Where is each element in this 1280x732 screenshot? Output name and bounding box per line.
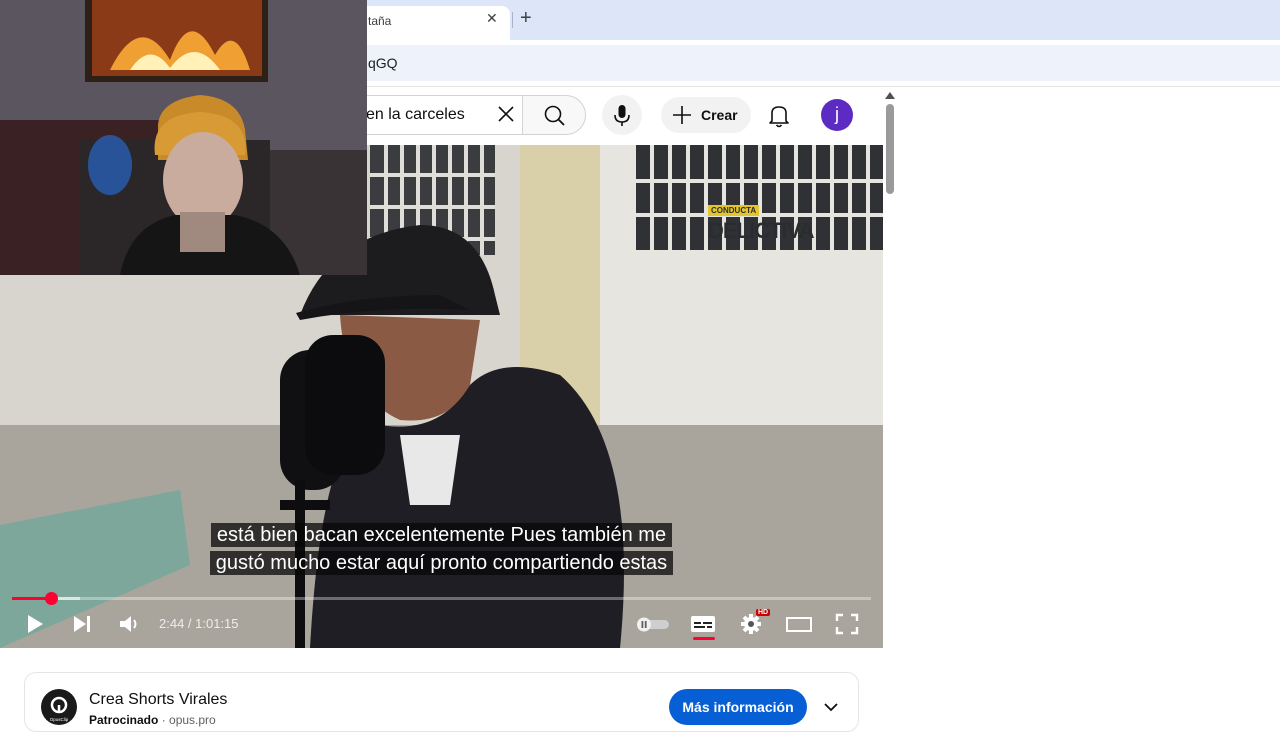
ad-separator: · xyxy=(158,713,170,727)
scroll-up-arrow-icon[interactable] xyxy=(884,90,896,100)
caption-line-1: está bien bacan excelentemente Pues tamb… xyxy=(210,523,673,547)
subtitle-caption: está bien bacan excelentemente Pues tamb… xyxy=(0,521,883,577)
account-avatar[interactable]: j xyxy=(821,99,853,131)
sponsored-label: Patrocinado xyxy=(89,713,159,727)
autoplay-toggle-icon[interactable] xyxy=(633,611,671,637)
page-scrollbar-thumb[interactable] xyxy=(886,104,894,194)
tab-close-icon[interactable]: ✕ xyxy=(486,10,498,27)
play-icon[interactable] xyxy=(20,611,50,637)
time-display: 2:44 / 1:01:15 xyxy=(159,616,239,631)
subtitles-active-indicator xyxy=(693,637,715,640)
ad-domain: opus.pro xyxy=(169,713,216,727)
search-query-text[interactable]: en la carceles xyxy=(366,106,465,124)
watermark-big-text: DELICTIVA xyxy=(708,218,814,243)
microphone-icon xyxy=(614,105,630,126)
notifications-bell-icon[interactable] xyxy=(762,98,796,132)
volume-icon[interactable] xyxy=(115,611,145,637)
search-icon xyxy=(544,105,565,126)
address-bar[interactable] xyxy=(340,45,1280,81)
theater-mode-icon[interactable] xyxy=(784,611,814,637)
create-label: Crear xyxy=(701,107,738,123)
chevron-down-icon[interactable] xyxy=(821,697,841,717)
webcam-frame xyxy=(0,0,367,275)
tab-title: taña xyxy=(368,14,392,28)
sponsored-ad-card[interactable]: OpusClip Crea Shorts Virales Patrocinado… xyxy=(24,672,859,732)
clear-search-icon[interactable] xyxy=(494,102,518,126)
new-tab-button[interactable]: + xyxy=(520,7,532,30)
progress-scrubber[interactable] xyxy=(44,592,58,605)
watermark-small-text: CONDUCTA xyxy=(708,205,760,216)
caption-line-2: gustó mucho estar aquí pronto compartien… xyxy=(209,551,674,575)
tab-divider xyxy=(512,12,513,28)
search-button[interactable] xyxy=(522,95,586,135)
voice-search-button[interactable] xyxy=(602,95,642,135)
subtitles-icon[interactable] xyxy=(688,611,718,637)
plus-icon xyxy=(673,106,691,124)
next-video-icon[interactable] xyxy=(67,611,97,637)
ad-title[interactable]: Crea Shorts Virales xyxy=(89,691,227,709)
hd-badge: HD xyxy=(756,609,771,616)
fullscreen-icon[interactable] xyxy=(832,611,862,637)
ad-subtitle: Patrocinado · opus.pro xyxy=(89,713,216,727)
webcam-overlay xyxy=(0,0,367,275)
address-bar-url[interactable]: qGQ xyxy=(368,55,398,71)
create-button[interactable]: Crear xyxy=(661,97,751,133)
progress-bar[interactable] xyxy=(12,592,871,605)
channel-watermark: CONDUCTA DELICTIVA xyxy=(708,200,814,244)
